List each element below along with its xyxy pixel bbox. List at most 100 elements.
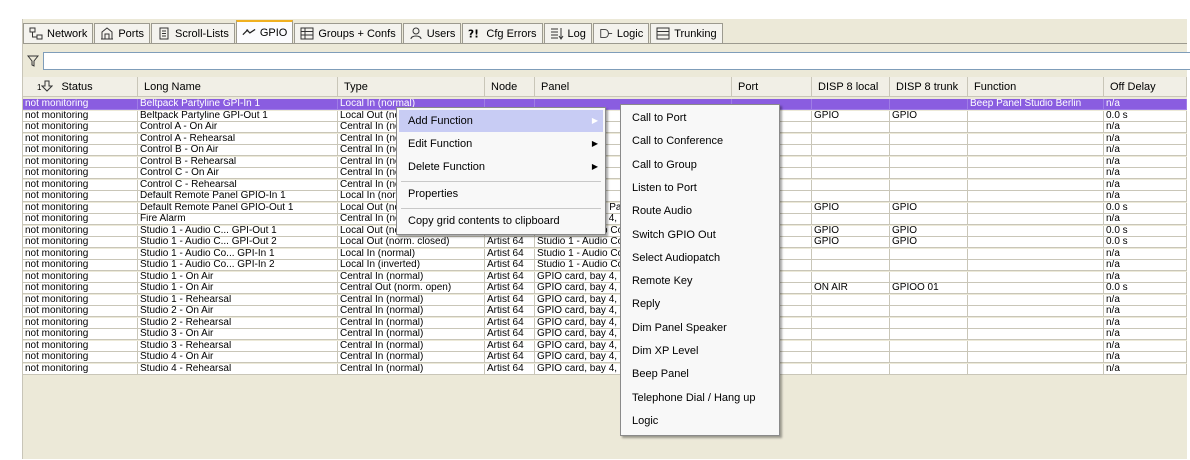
column-header-type[interactable]: Type — [338, 77, 485, 97]
cell-off-delay: n/a — [1104, 329, 1187, 340]
column-header-disp-8-trunk[interactable]: DISP 8 trunk — [890, 77, 968, 97]
cell-disp-8-trunk — [890, 306, 968, 317]
submenu-item-beep-panel[interactable]: Beep Panel — [623, 363, 777, 386]
cell-off-delay: n/a — [1104, 248, 1187, 260]
menu-item-delete-function[interactable]: Delete Function ▶ — [399, 156, 603, 178]
cell-node: Artist 64 — [485, 340, 535, 352]
submenu-item-listen-to-port[interactable]: Listen to Port — [623, 177, 777, 200]
tab-groups-confs[interactable]: Groups + Confs — [294, 23, 402, 43]
column-header-node[interactable]: Node — [485, 77, 535, 97]
cell-function — [968, 260, 1104, 271]
cell-status: not monitoring — [23, 156, 138, 168]
submenu-item-reply[interactable]: Reply — [623, 293, 777, 316]
cell-status: not monitoring — [23, 283, 138, 294]
cell-disp-8-trunk: GPIO — [890, 237, 968, 248]
cell-function — [968, 156, 1104, 168]
ports-icon — [100, 27, 114, 40]
tab-logic[interactable]: Logic — [592, 23, 650, 43]
submenu-arrow-icon: ▶ — [591, 116, 598, 125]
cell-long-name: Default Remote Panel GPIO-In 1 — [138, 191, 338, 202]
cell-function: Beep Panel Studio Berlin — [968, 99, 1104, 110]
cell-function — [968, 271, 1104, 283]
menu-item-edit-function[interactable]: Edit Function ▶ — [399, 133, 603, 155]
cell-node: Artist 64 — [485, 294, 535, 306]
tab-users[interactable]: Users — [402, 23, 462, 43]
submenu-item-call-to-group[interactable]: Call to Group — [623, 154, 777, 177]
cell-node: Artist 64 — [485, 317, 535, 329]
cell-type: Central In (normal) — [338, 317, 485, 329]
tab-cfg-errors[interactable]: ?! Cfg Errors — [462, 23, 543, 43]
menu-item-add-function[interactable]: Add Function ▶ — [399, 110, 603, 132]
column-header-label: Panel — [541, 81, 570, 93]
cell-off-delay: n/a — [1104, 271, 1187, 283]
cell-disp-8-trunk — [890, 352, 968, 363]
cell-long-name: Studio 1 - Audio Co... GPI-In 1 — [138, 248, 338, 260]
cell-function — [968, 202, 1104, 214]
menu-item-properties[interactable]: Properties — [399, 183, 603, 205]
add-function-submenu: Call to Port Call to Conference Call to Gr… — [620, 104, 780, 436]
cell-disp-8-local — [812, 122, 890, 133]
gpio-icon — [242, 26, 256, 39]
cell-function — [968, 122, 1104, 133]
cell-disp-8-local — [812, 179, 890, 191]
tab-gpio[interactable]: GPIO — [235, 20, 294, 43]
submenu-item-switch-gpio-out[interactable]: Switch GPIO Out — [623, 224, 777, 247]
tab-network[interactable]: Network — [23, 23, 94, 43]
cell-long-name: Beltpack Partyline GPI-Out 1 — [138, 110, 338, 122]
cell-off-delay: n/a — [1104, 340, 1187, 352]
filter-input[interactable] — [43, 52, 1190, 70]
menu-item-copy-grid-contents-to-clipboard[interactable]: Copy grid contents to clipboard — [399, 210, 603, 232]
cell-function — [968, 237, 1104, 248]
submenu-item-remote-key[interactable]: Remote Key — [623, 270, 777, 293]
cell-function — [968, 225, 1104, 237]
filter-row — [23, 52, 1190, 72]
cell-function — [968, 352, 1104, 363]
submenu-item-dim-xp-level[interactable]: Dim XP Level — [623, 340, 777, 363]
filter-icon[interactable] — [27, 55, 39, 67]
column-header-label: DISP 8 local — [818, 81, 879, 93]
cell-off-delay: 0.0 s — [1104, 202, 1187, 214]
cell-type: Local In (inverted) — [338, 260, 485, 271]
column-header-function[interactable]: Function — [968, 77, 1104, 97]
cell-off-delay: n/a — [1104, 306, 1187, 317]
menu-item-label: Edit Function — [408, 138, 473, 150]
column-header-port[interactable]: Port — [732, 77, 812, 97]
submenu-item-dim-panel-speaker[interactable]: Dim Panel Speaker — [623, 317, 777, 340]
cell-disp-8-trunk — [890, 317, 968, 329]
cell-disp-8-local — [812, 363, 890, 375]
cell-node: Artist 64 — [485, 237, 535, 248]
column-header-panel[interactable]: Panel — [535, 77, 732, 97]
cell-function — [968, 179, 1104, 191]
tab-bar: Network Ports Scroll-Lists GPIO Groups + Con… — [23, 19, 724, 43]
cell-status: not monitoring — [23, 214, 138, 225]
submenu-item-logic[interactable]: Logic — [623, 410, 777, 433]
column-header-disp-8-local[interactable]: DISP 8 local — [812, 77, 890, 97]
tab-label: Cfg Errors — [486, 27, 537, 40]
cell-status: not monitoring — [23, 329, 138, 340]
menu-item-label: Copy grid contents to clipboard — [408, 215, 560, 227]
cell-long-name: Control C - Rehearsal — [138, 179, 338, 191]
tab-trunking[interactable]: Trunking — [650, 23, 723, 43]
cell-long-name: Studio 3 - Rehearsal — [138, 340, 338, 352]
cell-off-delay: n/a — [1104, 294, 1187, 306]
cell-off-delay: n/a — [1104, 99, 1187, 110]
cell-long-name: Control A - Rehearsal — [138, 133, 338, 145]
cell-type: Local In (normal) — [338, 248, 485, 260]
cell-off-delay: n/a — [1104, 214, 1187, 225]
submenu-item-select-audiopatch[interactable]: Select Audiopatch — [623, 247, 777, 270]
cell-disp-8-trunk — [890, 294, 968, 306]
submenu-item-call-to-conference[interactable]: Call to Conference — [623, 130, 777, 153]
tab-log[interactable]: Log — [543, 23, 592, 43]
column-header-off-delay[interactable]: Off Delay — [1104, 77, 1187, 97]
scroll-list-icon — [157, 27, 171, 40]
cell-function — [968, 317, 1104, 329]
cell-disp-8-local — [812, 329, 890, 340]
column-header-status[interactable]: 1 Status — [23, 77, 138, 97]
cell-long-name: Beltpack Partyline GPI-In 1 — [138, 99, 338, 110]
tab-ports[interactable]: Ports — [94, 23, 151, 43]
submenu-item-call-to-port[interactable]: Call to Port — [623, 107, 777, 130]
submenu-item-telephone-dial-hang-up[interactable]: Telephone Dial / Hang up — [623, 387, 777, 410]
submenu-item-route-audio[interactable]: Route Audio — [623, 200, 777, 223]
column-header-long-name[interactable]: Long Name — [138, 77, 338, 97]
tab-scroll-lists[interactable]: Scroll-Lists — [151, 23, 235, 43]
